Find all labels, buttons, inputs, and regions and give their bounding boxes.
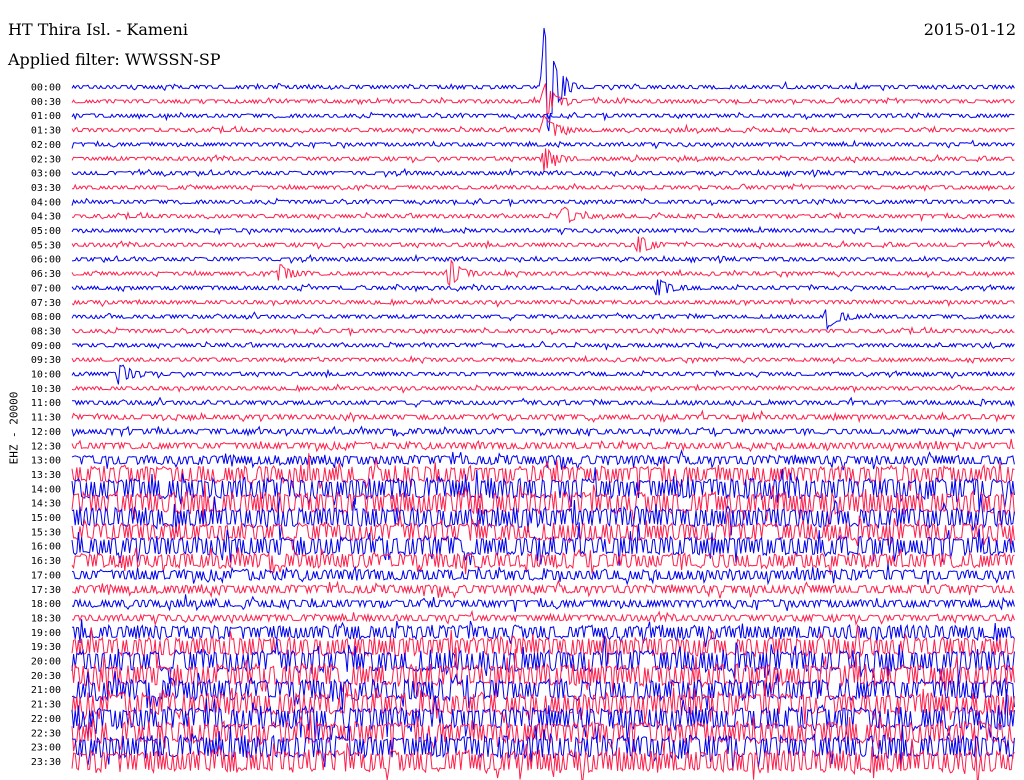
- time-tick-label: 14:30: [31, 499, 61, 510]
- time-tick-label: 08:30: [31, 326, 61, 337]
- seismic-trace: [71, 148, 1015, 172]
- time-tick-label: 06:30: [31, 269, 61, 280]
- time-tick-label: 00:00: [31, 83, 61, 94]
- time-tick-label: 09:00: [31, 341, 61, 352]
- time-tick-label: 16:30: [31, 556, 61, 567]
- time-tick-label: 03:30: [31, 183, 61, 194]
- time-tick-label: 07:30: [31, 298, 61, 309]
- seismic-trace: [71, 409, 1015, 424]
- time-tick-label: 20:00: [31, 657, 61, 668]
- time-tick-label: 05:00: [31, 226, 61, 237]
- time-tick-label: 02:30: [31, 154, 61, 165]
- seismic-trace: [71, 609, 1015, 627]
- seismic-trace: [71, 383, 1015, 394]
- seismic-trace: [71, 236, 1015, 253]
- time-tick-label: 22:00: [31, 714, 61, 725]
- time-tick-label: 22:30: [31, 728, 61, 739]
- time-tick-label: 15:30: [31, 527, 61, 538]
- time-tick-label: 10:30: [31, 384, 61, 395]
- seismic-trace: [71, 297, 1015, 308]
- seismic-trace: [71, 340, 1015, 351]
- time-tick-label: 04:30: [31, 212, 61, 223]
- time-tick-label: 04:00: [31, 197, 61, 208]
- seismic-trace: [71, 139, 1015, 150]
- seismic-trace: [71, 309, 1015, 331]
- time-tick-label: 20:30: [31, 671, 61, 682]
- time-tick-label: 03:00: [31, 169, 61, 180]
- time-tick-label: 17:30: [31, 585, 61, 596]
- time-tick-label: 14:00: [31, 484, 61, 495]
- time-tick-label: 18:30: [31, 613, 61, 624]
- seismic-trace: [71, 354, 1015, 365]
- time-tick-label: 01:00: [31, 111, 61, 122]
- seismic-trace: [71, 167, 1015, 178]
- time-tick-label: 21:00: [31, 685, 61, 696]
- time-tick-label: 05:30: [31, 240, 61, 251]
- seismic-trace: [71, 253, 1015, 265]
- time-tick-label: 06:00: [31, 255, 61, 266]
- time-tick-label: 09:30: [31, 355, 61, 366]
- time-tick-label: 15:00: [31, 513, 61, 524]
- time-tick-label: 18:00: [31, 599, 61, 610]
- time-tick-label: 07:00: [31, 283, 61, 294]
- seismic-trace: [71, 579, 1015, 599]
- seismic-trace: [72, 396, 1015, 409]
- time-tick-label: 11:30: [31, 413, 61, 424]
- time-tick-label: 02:00: [31, 140, 61, 151]
- seismic-trace: [71, 279, 1015, 296]
- time-tick-label: 21:30: [31, 700, 61, 711]
- seismic-trace: [71, 594, 1015, 612]
- seismic-trace: [71, 206, 1015, 224]
- time-tick-label: 12:30: [31, 441, 61, 452]
- seismic-trace: [71, 259, 1015, 287]
- time-tick-label: 23:30: [31, 757, 61, 768]
- seismic-trace: [71, 425, 1015, 438]
- time-tick-label: 08:00: [31, 312, 61, 323]
- time-tick-label: 13:00: [31, 456, 61, 467]
- time-tick-label: 13:30: [31, 470, 61, 481]
- seismic-trace: [71, 325, 1015, 337]
- time-tick-label: 11:00: [31, 398, 61, 409]
- time-tick-label: 17:00: [31, 570, 61, 581]
- time-tick-label: 01:30: [31, 126, 61, 137]
- seismic-trace: [71, 438, 1015, 453]
- helicorder-plot: 00:00 00:30 01:00 01:30 02:00 02:30 03:00 03:30…: [31, 27, 1015, 780]
- seismic-trace: [71, 197, 1015, 208]
- seismic-trace: [72, 182, 1015, 192]
- seismic-trace: [71, 364, 1015, 385]
- seismic-trace: [71, 449, 1015, 471]
- seismic-trace: [71, 113, 1015, 136]
- seismic-trace: [71, 563, 1015, 586]
- time-tick-label: 19:30: [31, 642, 61, 653]
- time-tick-label: 12:00: [31, 427, 61, 438]
- time-tick-label: 16:00: [31, 542, 61, 553]
- time-tick-label: 10:00: [31, 370, 61, 381]
- time-tick-label: 23:00: [31, 743, 61, 754]
- time-tick-label: 19:00: [31, 628, 61, 639]
- time-tick-label: 00:30: [31, 97, 61, 108]
- seismic-trace: [71, 225, 1015, 236]
